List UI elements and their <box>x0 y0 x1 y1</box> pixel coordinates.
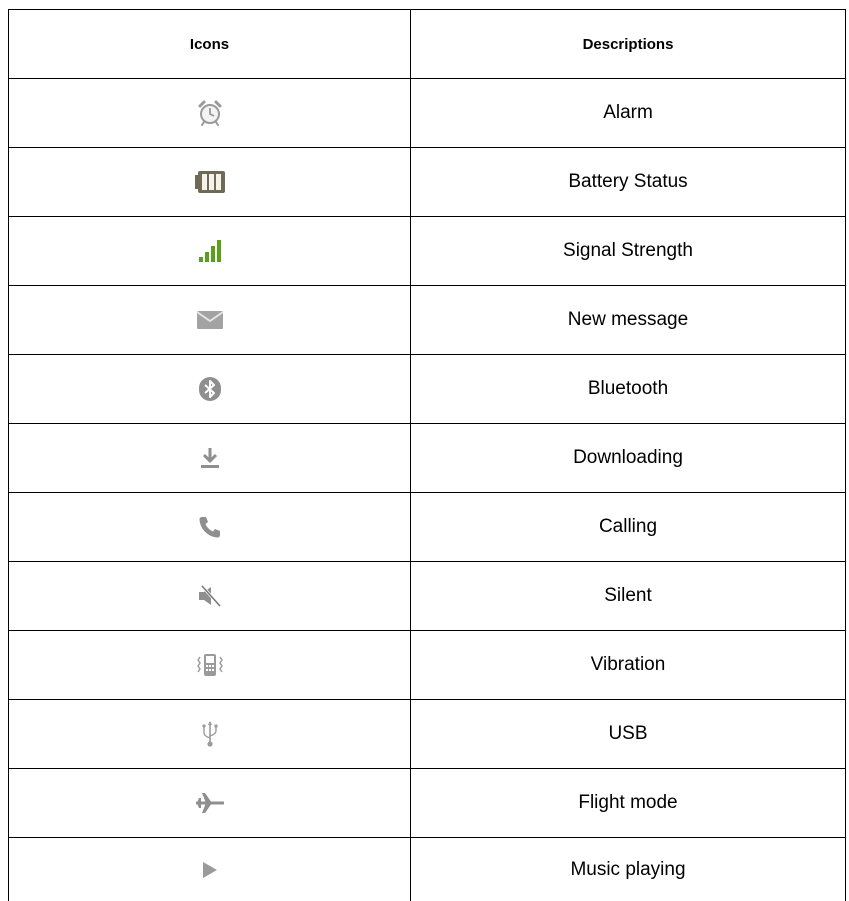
description-cell: Music playing <box>411 838 846 901</box>
description-cell: New message <box>411 286 846 355</box>
description-cell: Battery Status <box>411 148 846 217</box>
usb-icon <box>201 720 219 748</box>
descriptions-column-header: Descriptions <box>411 10 846 79</box>
description-cell: Vibration <box>411 631 846 700</box>
description-cell: Flight mode <box>411 769 846 838</box>
icon-cell <box>9 700 411 769</box>
description-cell: Downloading <box>411 424 846 493</box>
phone-handset-icon <box>198 515 222 539</box>
play-icon <box>202 861 218 879</box>
description-cell: Calling <box>411 493 846 562</box>
icon-cell <box>9 217 411 286</box>
table-row: Calling <box>9 493 846 562</box>
alarm-clock-icon <box>197 99 223 127</box>
icon-cell <box>9 769 411 838</box>
speaker-muted-icon <box>198 585 222 607</box>
battery-icon <box>195 170 225 194</box>
icon-cell <box>9 838 411 901</box>
download-icon <box>200 447 220 469</box>
table-row: USB <box>9 700 846 769</box>
description-cell: Silent <box>411 562 846 631</box>
icon-cell <box>9 562 411 631</box>
table-row: Bluetooth <box>9 355 846 424</box>
icon-cell <box>9 355 411 424</box>
icons-column-header: Icons <box>9 10 411 79</box>
airplane-icon <box>196 792 224 814</box>
table-row: Downloading <box>9 424 846 493</box>
table-row: Vibration <box>9 631 846 700</box>
icon-cell <box>9 424 411 493</box>
vibrating-phone-icon <box>197 653 223 677</box>
table-row: Music playing <box>9 838 846 901</box>
table-row: Silent <box>9 562 846 631</box>
icon-cell <box>9 148 411 217</box>
description-cell: Alarm <box>411 79 846 148</box>
table-row: Flight mode <box>9 769 846 838</box>
table-row: Signal Strength <box>9 217 846 286</box>
description-cell: Bluetooth <box>411 355 846 424</box>
icon-cell <box>9 493 411 562</box>
icon-cell <box>9 631 411 700</box>
table-row: Alarm <box>9 79 846 148</box>
signal-strength-icon <box>199 240 221 262</box>
bluetooth-icon <box>199 377 221 401</box>
table-row: Battery Status <box>9 148 846 217</box>
description-cell: Signal Strength <box>411 217 846 286</box>
icon-cell <box>9 286 411 355</box>
envelope-icon <box>197 311 223 329</box>
table-header-row: Icons Descriptions <box>9 10 846 79</box>
status-icons-table: Icons Descriptions Alarm <box>8 9 846 901</box>
description-cell: USB <box>411 700 846 769</box>
table-row: New message <box>9 286 846 355</box>
icon-cell <box>9 79 411 148</box>
